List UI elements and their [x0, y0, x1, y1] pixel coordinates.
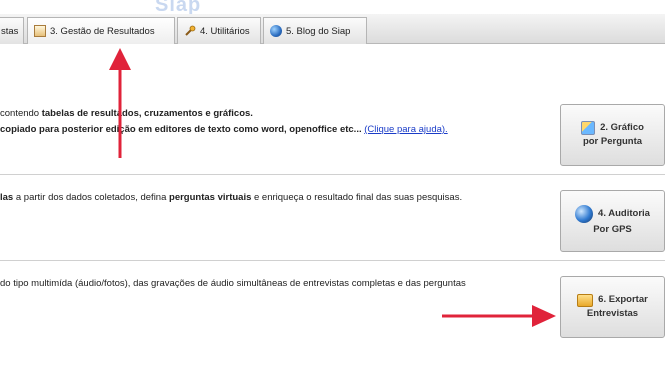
globe-icon — [575, 205, 594, 223]
divider — [0, 174, 665, 175]
tab-label: stas — [1, 25, 19, 37]
button-label: Por GPS — [593, 224, 632, 235]
globe-icon — [270, 25, 282, 37]
row-text: a partir dos dados coletados, defina — [13, 192, 170, 203]
button-label: Entrevistas — [586, 308, 639, 319]
row-tabelas-text: contendo tabelas de resultados, cruzamen… — [0, 106, 560, 138]
tab-blog-siap[interactable]: 5. Blog do Siap — [263, 17, 367, 44]
tab-label: 3. Gestão de Resultados — [50, 25, 155, 37]
auditoria-gps-button[interactable]: 4. Auditoria Por GPS — [560, 190, 665, 252]
annotation-up-arrow — [109, 48, 131, 158]
row-bold-text: las — [0, 192, 14, 203]
row-perguntas-virtuais-text: las a partir dos dados coletados, defina… — [0, 190, 560, 206]
tab-estatisticas[interactable]: stas — [0, 17, 24, 44]
folder-icon — [577, 293, 594, 307]
row-bold-text: copiado para posterior edição em editore… — [0, 124, 362, 135]
annotation-right-arrow — [442, 305, 556, 327]
exportar-entrevistas-button[interactable]: 6. Exportar Entrevistas — [560, 276, 665, 338]
tools-icon — [184, 25, 196, 37]
tab-label: 5. Blog do Siap — [286, 25, 351, 37]
chart-icon — [581, 121, 596, 135]
button-label: 2. Gráfico — [600, 122, 644, 133]
button-label: por Pergunta — [582, 136, 643, 147]
report-icon — [34, 25, 46, 37]
button-label: 4. Auditoria — [598, 208, 650, 219]
tab-utilitarios[interactable]: 4. Utilitários — [177, 17, 261, 44]
tab-gestao-resultados[interactable]: 3. Gestão de Resultados — [27, 17, 175, 44]
tab-label: 4. Utilitários — [200, 25, 250, 37]
divider — [0, 260, 665, 261]
row-bold-text: perguntas virtuais — [169, 192, 252, 203]
top-header-strip: Siap — [0, 0, 665, 16]
row-text: do tipo multimída (áudio/fotos), das gra… — [0, 278, 466, 289]
grafico-por-pergunta-button[interactable]: 2. Gráfico por Pergunta — [560, 104, 665, 166]
row-bold-text: tabelas de resultados, cruzamentos e grá… — [41, 108, 253, 119]
help-link[interactable]: (Clique para ajuda). — [364, 124, 447, 135]
row-text: e enriqueça o resultado final das suas p… — [251, 192, 463, 203]
row-text: contendo — [0, 108, 42, 119]
row-multimidia-text: do tipo multimída (áudio/fotos), das gra… — [0, 276, 560, 292]
button-label: 6. Exportar — [598, 294, 648, 305]
main-menu-bar: stas 3. Gestão de Resultados 4. Utilitár… — [0, 14, 665, 44]
